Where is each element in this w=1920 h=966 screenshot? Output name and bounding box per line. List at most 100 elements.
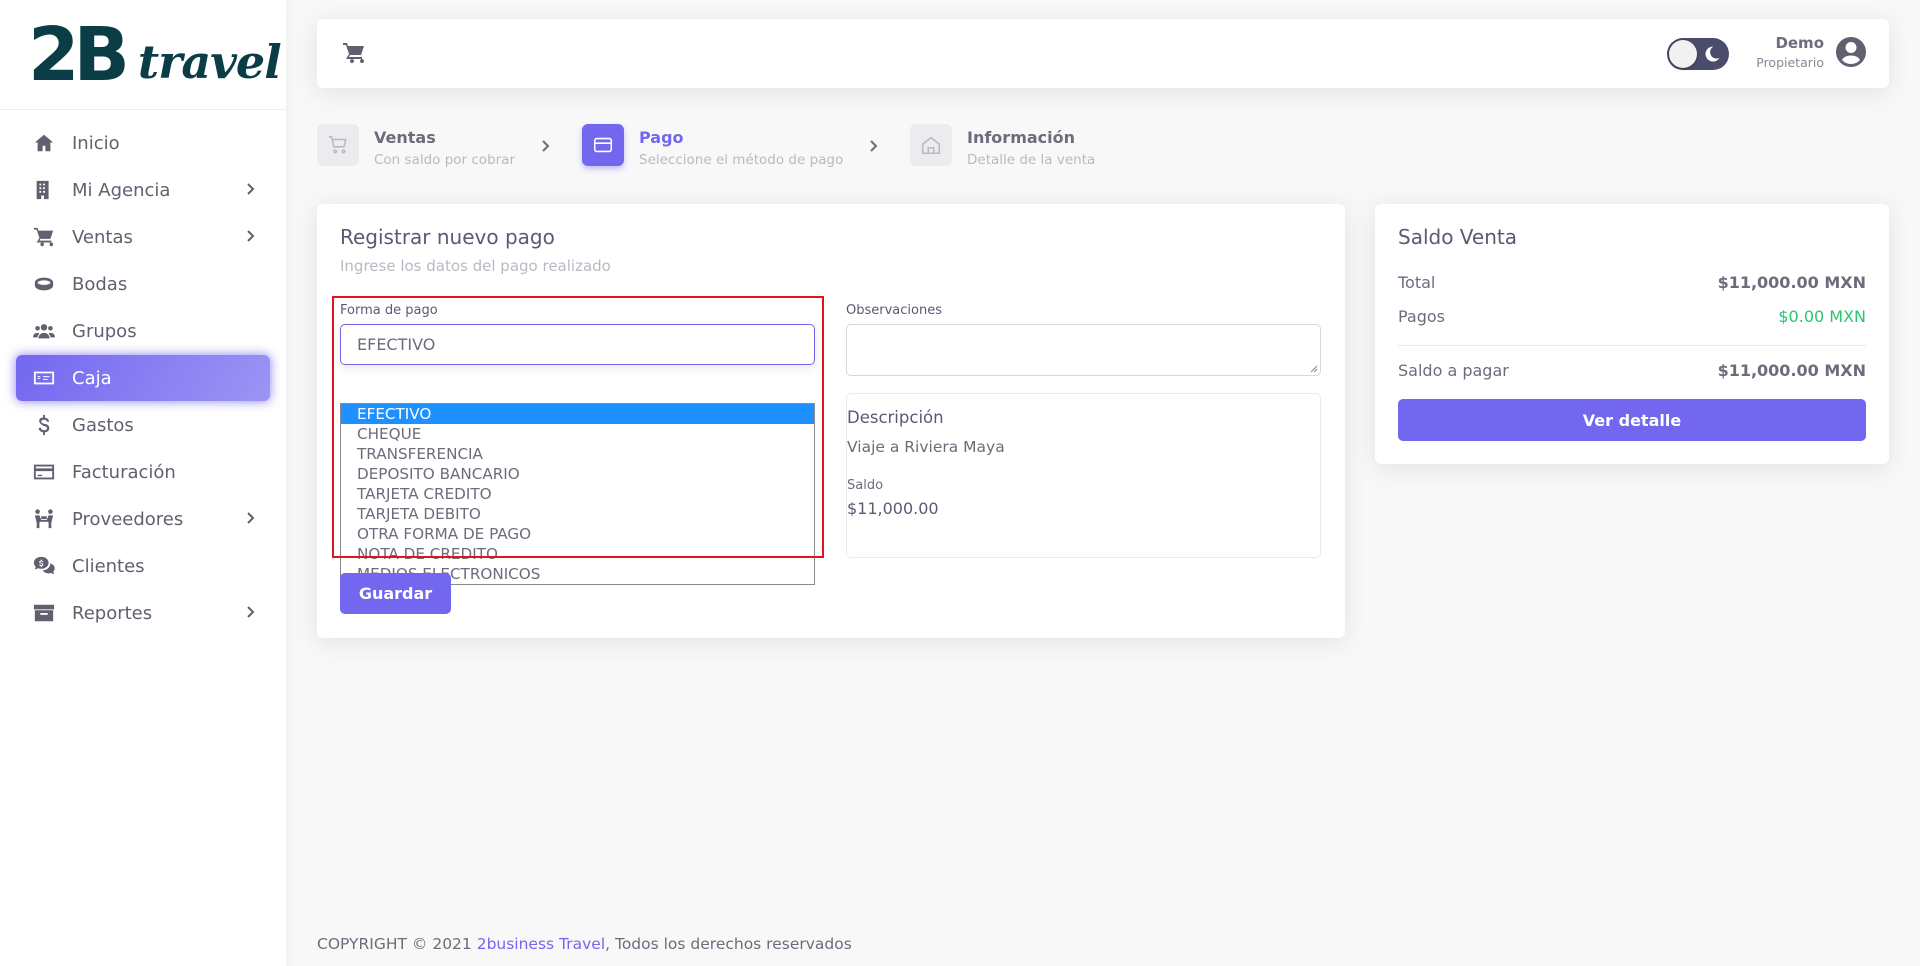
dropdown-option[interactable]: DEPOSITO BANCARIO (341, 464, 814, 484)
footer: COPYRIGHT © 2021 2business Travel, Todos… (317, 935, 852, 953)
brand-logo[interactable]: 2B travel (0, 0, 286, 110)
sale-description-box: Descripción Viaje a Riviera Maya Saldo $… (846, 393, 1321, 558)
save-button[interactable]: Guardar (340, 573, 451, 614)
user-avatar-icon[interactable] (1835, 36, 1867, 68)
sidebar-item-inicio[interactable]: Inicio (16, 120, 270, 166)
description-value: Viaje a Riviera Maya (847, 438, 1005, 456)
archive-icon (32, 601, 56, 625)
top-navbar: Demo Propietario (317, 19, 1889, 88)
step-subtitle: Detalle de la venta (967, 152, 1096, 168)
payment-method-dropdown: EFECTIVO CHEQUE TRANSFERENCIA DEPOSITO B… (340, 403, 815, 585)
due-value: $11,000.00 MXN (1717, 361, 1866, 380)
sidebar-item-gastos[interactable]: Gastos (16, 402, 270, 448)
cart-icon[interactable] (341, 41, 367, 65)
sidebar-item-mi-agencia[interactable]: Mi Agencia (16, 167, 270, 213)
sidebar-item-grupos[interactable]: Grupos (16, 308, 270, 354)
dropdown-option[interactable]: TRANSFERENCIA (341, 444, 814, 464)
chevron-right-icon (538, 138, 552, 152)
money-icon (32, 366, 56, 390)
people-carry-icon (32, 507, 56, 531)
dropdown-option[interactable]: CHEQUE (341, 424, 814, 444)
ring-icon (32, 272, 56, 296)
sidebar-item-label: Mi Agencia (72, 179, 171, 201)
sidebar-item-label: Grupos (72, 320, 137, 342)
dark-mode-toggle[interactable] (1667, 38, 1729, 70)
notes-textarea[interactable] (846, 324, 1321, 376)
view-detail-button[interactable]: Ver detalle (1398, 399, 1866, 441)
dropdown-option[interactable]: OTRA FORMA DE PAGO (341, 524, 814, 544)
sidebar-item-label: Caja (72, 367, 112, 389)
total-label: Total (1398, 273, 1436, 292)
card-subtitle: Ingrese los datos del pago realizado (340, 257, 611, 275)
chevron-right-icon (242, 228, 258, 244)
divider (1398, 345, 1866, 346)
total-value: $11,000.00 MXN (1717, 273, 1866, 292)
user-name[interactable]: Demo (1775, 34, 1824, 52)
chevron-right-icon (866, 138, 880, 152)
company-link[interactable]: 2business Travel (477, 935, 605, 953)
cart-icon (32, 225, 56, 249)
step-informacion[interactable]: Información Detalle de la venta (910, 124, 1095, 168)
sidebar-item-bodas[interactable]: Bodas (16, 261, 270, 307)
balance-label: Saldo (847, 478, 884, 493)
card-title: Saldo Venta (1398, 225, 1518, 249)
dropdown-option[interactable]: NOTA DE CREDITO (341, 544, 814, 564)
sidebar-nav: Inicio Mi Agencia Ventas Bodas Grupos Ca… (0, 110, 286, 636)
sidebar-item-label: Facturación (72, 461, 176, 483)
users-icon (32, 319, 56, 343)
sidebar-item-label: Clientes (72, 555, 145, 577)
sidebar-item-label: Inicio (72, 132, 120, 154)
comments-dollar-icon (32, 554, 56, 578)
payment-method-label: Forma de pago (340, 303, 438, 318)
logo-mark: 2B (28, 11, 130, 98)
balance-value: $11,000.00 (847, 499, 939, 518)
payments-label: Pagos (1398, 307, 1446, 326)
sidebar-item-facturacion[interactable]: Facturación (16, 449, 270, 495)
home-icon (32, 131, 56, 155)
rights-text: , Todos los derechos reservados (605, 935, 852, 953)
resize-grip-icon[interactable] (1308, 363, 1318, 373)
credit-card-icon (32, 460, 56, 484)
credit-card-outline-icon (582, 124, 624, 166)
sidebar-item-label: Bodas (72, 273, 128, 295)
step-title: Pago (639, 128, 684, 147)
chevron-right-icon (242, 604, 258, 620)
sidebar-item-reportes[interactable]: Reportes (16, 590, 270, 636)
copyright-text: COPYRIGHT © 2021 (317, 935, 477, 953)
moon-icon (1703, 45, 1721, 63)
payment-form-card: Registrar nuevo pago Ingrese los datos d… (317, 204, 1345, 638)
chevron-right-icon (242, 181, 258, 197)
due-row: Saldo a pagar $11,000.00 MXN (1398, 361, 1866, 380)
building-icon (32, 178, 56, 202)
chevron-right-icon (242, 510, 258, 526)
sidebar-item-label: Gastos (72, 414, 134, 436)
dropdown-option[interactable]: TARJETA CREDITO (341, 484, 814, 504)
payment-method-select[interactable]: EFECTIVO (340, 324, 815, 365)
sale-balance-card: Saldo Venta Total $11,000.00 MXN Pagos $… (1375, 204, 1889, 464)
sidebar-item-proveedores[interactable]: Proveedores (16, 496, 270, 542)
toggle-knob (1669, 40, 1697, 68)
cart-outline-icon (317, 124, 359, 166)
sidebar: 2B travel Inicio Mi Agencia Ventas Bodas… (0, 0, 286, 966)
sidebar-item-label: Ventas (72, 226, 133, 248)
card-title: Registrar nuevo pago (340, 225, 555, 249)
sidebar-item-label: Reportes (72, 602, 153, 624)
sidebar-item-ventas[interactable]: Ventas (16, 214, 270, 260)
description-title: Descripción (847, 408, 944, 427)
step-title: Información (967, 128, 1076, 147)
step-subtitle: Con saldo por cobrar (374, 152, 516, 168)
total-row: Total $11,000.00 MXN (1398, 273, 1866, 292)
step-subtitle: Seleccione el método de pago (639, 152, 844, 168)
dropdown-option[interactable]: TARJETA DEBITO (341, 504, 814, 524)
sidebar-item-clientes[interactable]: Clientes (16, 543, 270, 589)
home-outline-icon (910, 124, 952, 166)
notes-label: Observaciones (846, 303, 942, 318)
step-pago[interactable]: Pago Seleccione el método de pago (582, 124, 843, 168)
due-label: Saldo a pagar (1398, 361, 1509, 380)
step-title: Ventas (374, 128, 436, 147)
sidebar-item-caja[interactable]: Caja (16, 355, 270, 401)
dropdown-option[interactable]: EFECTIVO (341, 404, 814, 424)
step-ventas[interactable]: Ventas Con saldo por cobrar (317, 124, 515, 168)
logo-script: travel (137, 34, 282, 89)
sidebar-item-label: Proveedores (72, 508, 184, 530)
